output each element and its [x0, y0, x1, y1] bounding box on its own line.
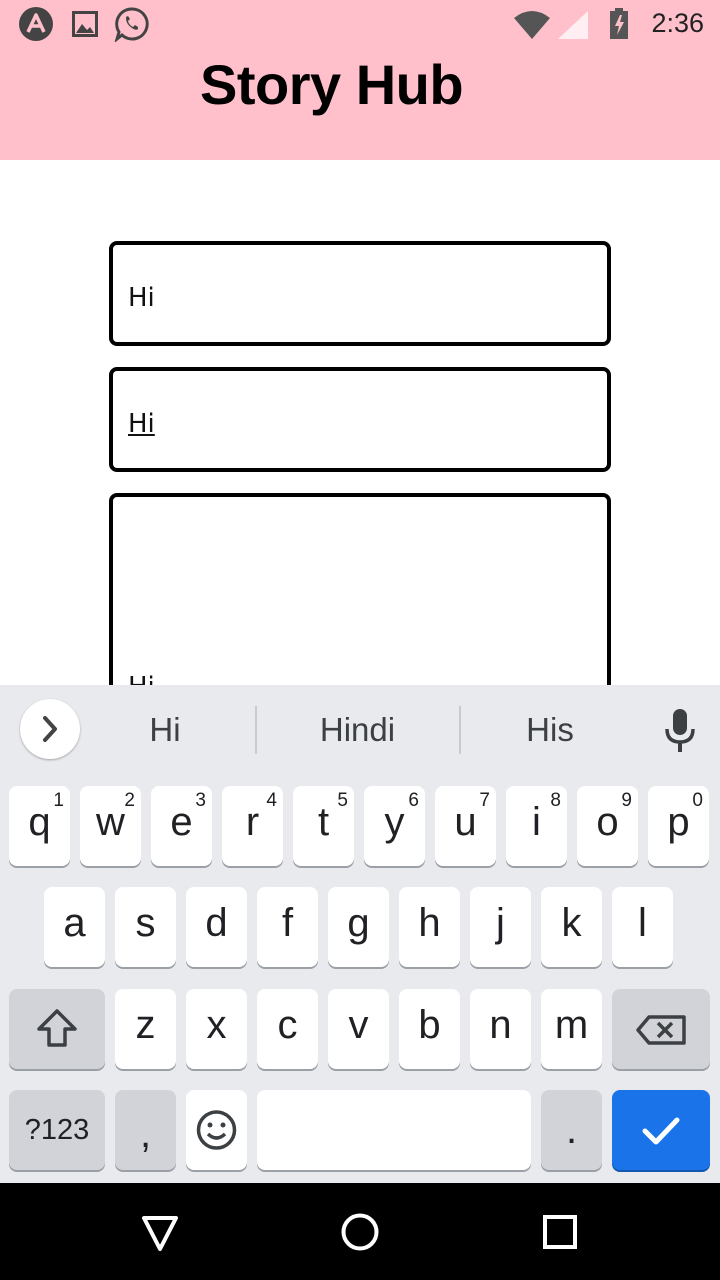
key-v[interactable]: v [328, 989, 389, 1069]
key-t[interactable]: t5 [293, 786, 354, 866]
backspace-icon [636, 1015, 686, 1045]
key-label: l [638, 901, 647, 945]
story-title-value: Hi [128, 283, 155, 313]
key-a[interactable]: a [44, 887, 105, 967]
suggestion-2[interactable]: Hindi [280, 711, 435, 749]
app-header: 2:36 Story Hub [0, 0, 720, 160]
status-bar: 2:36 [0, 0, 720, 50]
key-label: . [565, 1108, 578, 1152]
key-i[interactable]: i8 [506, 786, 567, 866]
key-o[interactable]: o9 [577, 786, 638, 866]
key-label: k [561, 901, 582, 945]
key-u[interactable]: u7 [435, 786, 496, 866]
key-label: n [489, 1003, 512, 1047]
key-label: d [205, 901, 228, 945]
home-icon[interactable] [340, 1212, 380, 1257]
page-title: Story Hub [200, 53, 464, 116]
emoji-key[interactable] [186, 1090, 247, 1170]
key-g[interactable]: g [328, 887, 389, 967]
key-label: ?123 [24, 1114, 90, 1146]
suggestion-3[interactable]: His [480, 711, 620, 749]
check-icon [642, 1117, 680, 1145]
key-b[interactable]: b [399, 989, 460, 1069]
key-label: g [347, 901, 370, 945]
key-w[interactable]: w2 [80, 786, 141, 866]
key-label: s [135, 901, 156, 945]
key-label: j [496, 901, 505, 945]
key-l[interactable]: l [612, 887, 673, 967]
symbols-key[interactable]: ?123 [9, 1090, 105, 1170]
key-label: c [277, 1003, 298, 1047]
key-j[interactable]: j [470, 887, 531, 967]
key-label: , [139, 1112, 152, 1156]
soft-keyboard: Hi Hindi His q1 w2 e3 r4 t5 y6 u7 i8 o9 … [0, 685, 720, 1183]
period-key[interactable]: . [541, 1090, 602, 1170]
key-label: b [418, 1003, 441, 1047]
status-time: 2:36 [651, 8, 704, 38]
image-icon [72, 11, 98, 42]
space-key[interactable] [257, 1090, 531, 1170]
suggestion-divider [459, 706, 461, 754]
key-e[interactable]: e3 [151, 786, 212, 866]
key-s[interactable]: s [115, 887, 176, 967]
key-label: h [418, 901, 441, 945]
shift-key[interactable] [9, 989, 105, 1069]
key-label: a [63, 901, 86, 945]
app-launcher-icon [18, 6, 54, 47]
key-k[interactable]: k [541, 887, 602, 967]
chevron-right-icon [43, 716, 57, 742]
emoji-icon [196, 1110, 237, 1150]
signal-icon [556, 10, 590, 45]
author-input[interactable]: Hi [109, 367, 611, 472]
microphone-icon[interactable] [660, 707, 700, 760]
suggestion-1[interactable]: Hi [100, 711, 230, 749]
key-hint: 7 [479, 790, 490, 811]
key-label: m [554, 1003, 589, 1047]
suggestion-bar: Hi Hindi His [0, 685, 720, 778]
suggestion-divider [255, 706, 257, 754]
key-hint: 4 [266, 790, 277, 811]
key-label: x [206, 1003, 227, 1047]
key-hint: 1 [53, 790, 64, 811]
key-label: v [348, 1003, 369, 1047]
key-d[interactable]: d [186, 887, 247, 967]
battery-icon [608, 8, 630, 45]
whatsapp-icon [114, 6, 150, 47]
key-n[interactable]: n [470, 989, 531, 1069]
recents-icon[interactable] [542, 1214, 578, 1255]
key-p[interactable]: p0 [648, 786, 709, 866]
key-hint: 3 [195, 790, 206, 811]
story-title-input[interactable]: Hi [109, 241, 611, 346]
key-hint: 0 [692, 790, 703, 811]
shift-icon [37, 1009, 77, 1047]
key-hint: 6 [408, 790, 419, 811]
key-x[interactable]: x [186, 989, 247, 1069]
key-q[interactable]: q1 [9, 786, 70, 866]
key-hint: 2 [124, 790, 135, 811]
wifi-icon [512, 10, 552, 45]
key-c[interactable]: c [257, 989, 318, 1069]
key-h[interactable]: h [399, 887, 460, 967]
expand-toolbar-button[interactable] [20, 699, 80, 759]
key-y[interactable]: y6 [364, 786, 425, 866]
key-hint: 9 [621, 790, 632, 811]
key-label: z [135, 1003, 156, 1047]
key-hint: 5 [337, 790, 348, 811]
author-value: Hi [128, 409, 155, 439]
comma-key[interactable]: , [115, 1090, 176, 1170]
enter-key[interactable] [612, 1090, 710, 1170]
key-z[interactable]: z [115, 989, 176, 1069]
key-f[interactable]: f [257, 887, 318, 967]
key-m[interactable]: m [541, 989, 602, 1069]
backspace-key[interactable] [612, 989, 710, 1069]
navigation-bar [0, 1183, 720, 1280]
key-r[interactable]: r4 [222, 786, 283, 866]
key-hint: 8 [550, 790, 561, 811]
back-icon[interactable] [140, 1213, 180, 1258]
key-label: f [281, 901, 294, 945]
